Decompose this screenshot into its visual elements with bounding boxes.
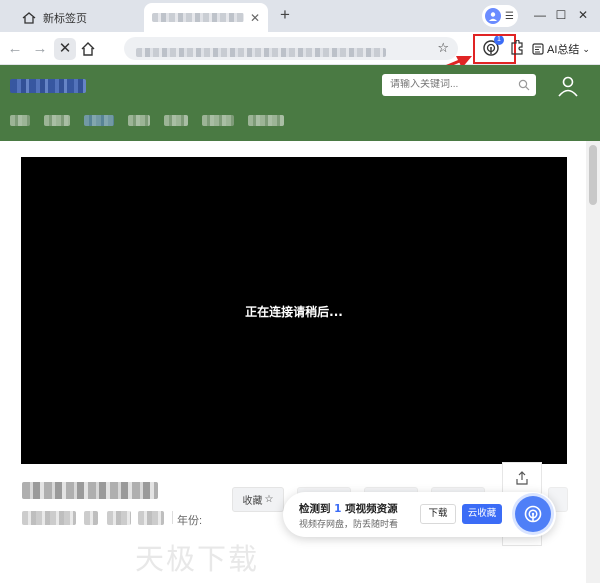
site-nav bbox=[10, 115, 284, 127]
back-button[interactable]: ← bbox=[4, 38, 26, 60]
video-sniffer-fab[interactable] bbox=[515, 496, 551, 532]
maximize-button[interactable]: ☐ bbox=[553, 8, 569, 22]
search-input[interactable] bbox=[390, 79, 510, 90]
detect-title: 检测到 1 项视频资源 bbox=[299, 501, 398, 516]
watermark: 天极下载 bbox=[135, 542, 260, 576]
favorite-label: 收藏 bbox=[242, 496, 263, 507]
stop-button[interactable]: ✕ bbox=[54, 38, 76, 60]
ai-summary-label: AI总结 bbox=[547, 44, 580, 56]
tab-strip: 新标签页 ✕ + ☰ — ☐ ✕ bbox=[0, 0, 600, 32]
favorite-button[interactable]: 收藏 ☆ bbox=[232, 487, 284, 512]
puzzle-icon[interactable] bbox=[510, 40, 524, 56]
video-status-text: 正在连接请稍后... bbox=[245, 305, 343, 319]
tab-new-tab[interactable]: 新标签页 bbox=[14, 3, 140, 32]
home-icon[interactable] bbox=[80, 41, 96, 57]
minimize-button[interactable]: — bbox=[532, 8, 548, 22]
ai-summary-button[interactable]: AI总结 ⌄ bbox=[532, 40, 590, 58]
download-button[interactable]: 下载 bbox=[420, 504, 456, 524]
profile-avatar-icon bbox=[485, 8, 501, 24]
ai-summary-icon bbox=[532, 43, 544, 55]
meta-blurred bbox=[22, 511, 76, 525]
profile-button[interactable]: ☰ bbox=[482, 5, 518, 27]
meta-blurred bbox=[84, 511, 98, 525]
site-nav-item[interactable] bbox=[164, 115, 188, 126]
cloud-save-button[interactable]: 云收藏 bbox=[462, 504, 502, 524]
site-logo[interactable] bbox=[10, 79, 86, 93]
detect-subtitle: 视频存网盘，防丢随时看 bbox=[299, 520, 399, 530]
user-icon[interactable] bbox=[557, 75, 579, 97]
share-icon bbox=[516, 471, 528, 485]
home-icon bbox=[22, 11, 36, 24]
site-nav-item[interactable] bbox=[248, 115, 284, 126]
divider bbox=[172, 511, 173, 524]
menu-icon: ☰ bbox=[505, 10, 514, 22]
video-title-blurred bbox=[22, 482, 158, 499]
meta-blurred bbox=[107, 511, 131, 525]
close-window-button[interactable]: ✕ bbox=[575, 8, 591, 22]
share-button[interactable] bbox=[502, 462, 542, 494]
site-nav-item[interactable] bbox=[128, 115, 150, 126]
scroll-thumb[interactable] bbox=[589, 145, 597, 205]
tab-current[interactable]: ✕ bbox=[144, 3, 268, 32]
detect-title-suffix: 项视频资源 bbox=[341, 503, 398, 515]
site-nav-item[interactable] bbox=[44, 115, 70, 126]
site-header bbox=[0, 65, 600, 141]
site-nav-item-active[interactable] bbox=[84, 115, 114, 126]
video-player[interactable]: 正在连接请稍后... bbox=[21, 157, 567, 464]
site-nav-item[interactable] bbox=[202, 115, 234, 126]
browser-toolbar: ← → ✕ ☆ 1 AI总结 ⌄ bbox=[0, 32, 600, 65]
tab-label: 新标签页 bbox=[43, 12, 87, 25]
meta-blurred bbox=[138, 511, 164, 525]
forward-button[interactable]: → bbox=[29, 38, 51, 60]
new-tab-button[interactable]: + bbox=[276, 5, 294, 25]
close-tab-icon[interactable]: ✕ bbox=[250, 11, 260, 25]
scrollbar[interactable] bbox=[586, 141, 600, 583]
site-search[interactable] bbox=[382, 74, 536, 96]
detect-title-prefix: 检测到 bbox=[299, 503, 335, 515]
star-outline-icon: ☆ bbox=[264, 494, 274, 505]
year-label: 年份: bbox=[177, 515, 203, 527]
url-text-blurred bbox=[136, 48, 386, 57]
search-icon[interactable] bbox=[518, 79, 530, 91]
video-sniffer-icon bbox=[524, 505, 542, 523]
chevron-down-icon: ⌄ bbox=[582, 43, 590, 54]
site-nav-item[interactable] bbox=[10, 115, 30, 126]
tab-title-blurred bbox=[152, 13, 244, 22]
